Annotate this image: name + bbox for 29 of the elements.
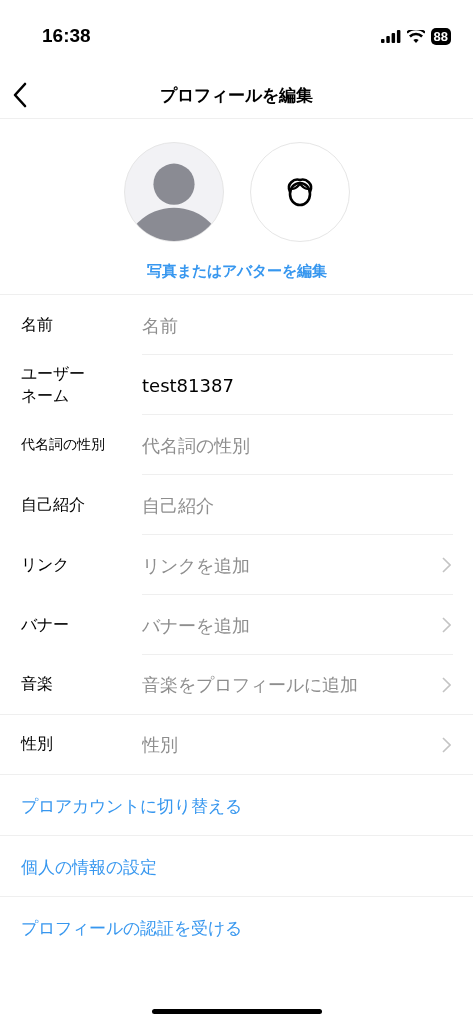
field-label: 性別 xyxy=(21,734,53,755)
battery-level: 88 xyxy=(430,27,451,45)
field-label: 名前 xyxy=(21,314,53,336)
settings-link[interactable]: プロアカウントに切り替える xyxy=(0,775,473,836)
status-time: 16:38 xyxy=(42,25,91,47)
settings-link[interactable]: 個人の情報の設定 xyxy=(0,836,473,897)
screen-title: プロフィールを編集 xyxy=(160,83,313,107)
field-label: リンク xyxy=(21,554,69,576)
chevron-right-icon xyxy=(442,557,451,573)
field-label: ユーザーネーム xyxy=(21,363,86,407)
edit-avatar-link[interactable]: 写真またはアバターを編集 xyxy=(146,262,327,281)
signal-icon xyxy=(380,29,401,43)
input-field[interactable]: 代名詞の性別 xyxy=(142,434,433,456)
input-field[interactable]: バナーを追加 xyxy=(142,614,433,636)
field-label: 音楽 xyxy=(21,674,53,695)
input-field[interactable]: 名前 xyxy=(142,314,433,336)
chevron-right-icon xyxy=(442,677,451,693)
chevron-right-icon xyxy=(442,737,451,753)
field-label: 自己紹介 xyxy=(21,494,85,516)
field-label: 代名詞の性別 xyxy=(21,436,105,454)
input-field[interactable]: 音楽をプロフィールに追加 xyxy=(142,674,433,695)
chevron-right-icon xyxy=(442,617,451,633)
input-field[interactable]: 自己紹介 xyxy=(142,494,433,516)
input-field[interactable]: 性別 xyxy=(142,734,433,755)
settings-link[interactable]: プロフィールの認証を受ける xyxy=(0,897,473,958)
input-field[interactable]: test81387 xyxy=(142,374,433,396)
field-label: バナー xyxy=(21,614,69,636)
wifi-icon xyxy=(406,29,425,43)
input-field[interactable]: リンクを追加 xyxy=(142,554,433,576)
